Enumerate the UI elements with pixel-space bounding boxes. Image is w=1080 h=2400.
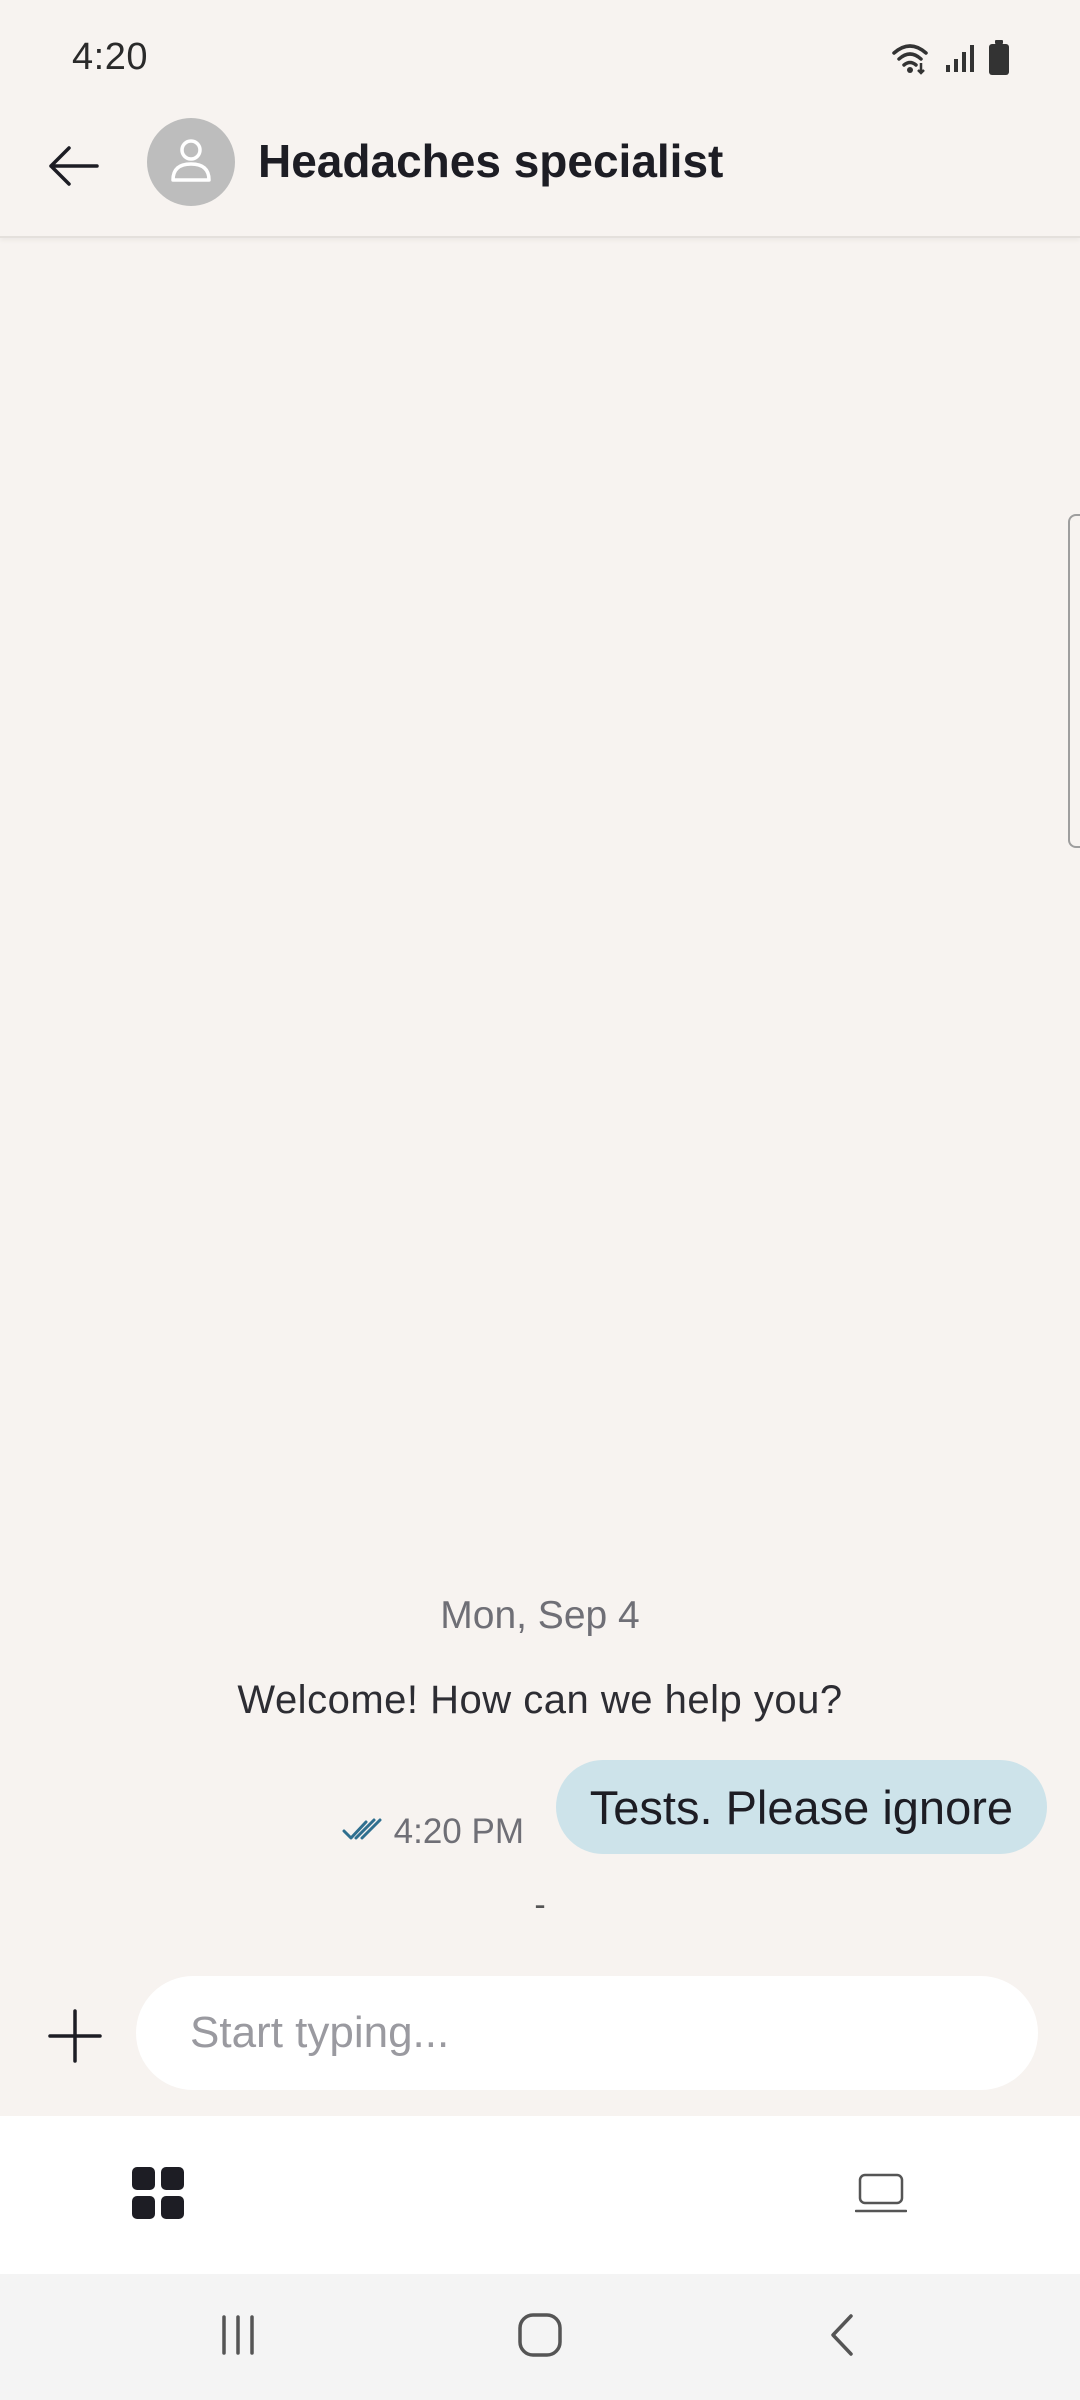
laptop-icon (854, 2171, 908, 2220)
message-input-container (136, 1976, 1038, 2090)
arrow-left-icon (47, 144, 101, 193)
wifi-icon (890, 41, 930, 80)
message-bubble[interactable]: Tests. Please ignore (555, 1760, 1047, 1854)
home-button[interactable] (495, 2302, 585, 2372)
status-bar: 4:20 (0, 0, 1080, 118)
status-time: 4:20 (72, 36, 148, 78)
back-icon (827, 2312, 857, 2363)
plus-icon (48, 2008, 102, 2068)
avatar[interactable] (147, 118, 235, 206)
welcome-message: Welcome! How can we help you? (237, 1678, 843, 1722)
typing-indicator: - (534, 1886, 546, 1924)
page-title: Headaches specialist (258, 135, 724, 187)
message-meta: 4:20 PM (342, 1812, 524, 1852)
chat-header: Headaches specialist (0, 118, 1080, 238)
double-check-icon (342, 1812, 384, 1852)
grid-icon (130, 2165, 186, 2226)
signal-icon (944, 43, 974, 78)
message-time: 4:20 PM (393, 1812, 524, 1851)
tab-dashboard[interactable] (0, 2116, 540, 2274)
attach-button[interactable] (40, 2003, 110, 2073)
battery-icon (988, 40, 1010, 81)
home-icon (517, 2312, 563, 2363)
message-input[interactable] (190, 1976, 1010, 2090)
recent-apps-icon (216, 2313, 260, 2362)
system-back-button[interactable] (797, 2302, 887, 2372)
tab-sessions[interactable] (540, 2116, 1080, 2274)
scrollbar-handle[interactable] (1068, 514, 1080, 848)
back-button[interactable] (40, 134, 108, 202)
date-separator: Mon, Sep 4 (440, 1594, 640, 1637)
recent-apps-button[interactable] (193, 2302, 283, 2372)
bottom-tab-bar (0, 2116, 1080, 2274)
message-composer (0, 1970, 1080, 2118)
person-icon (169, 136, 213, 189)
system-nav-bar (0, 2274, 1080, 2400)
status-icons (890, 40, 1010, 81)
